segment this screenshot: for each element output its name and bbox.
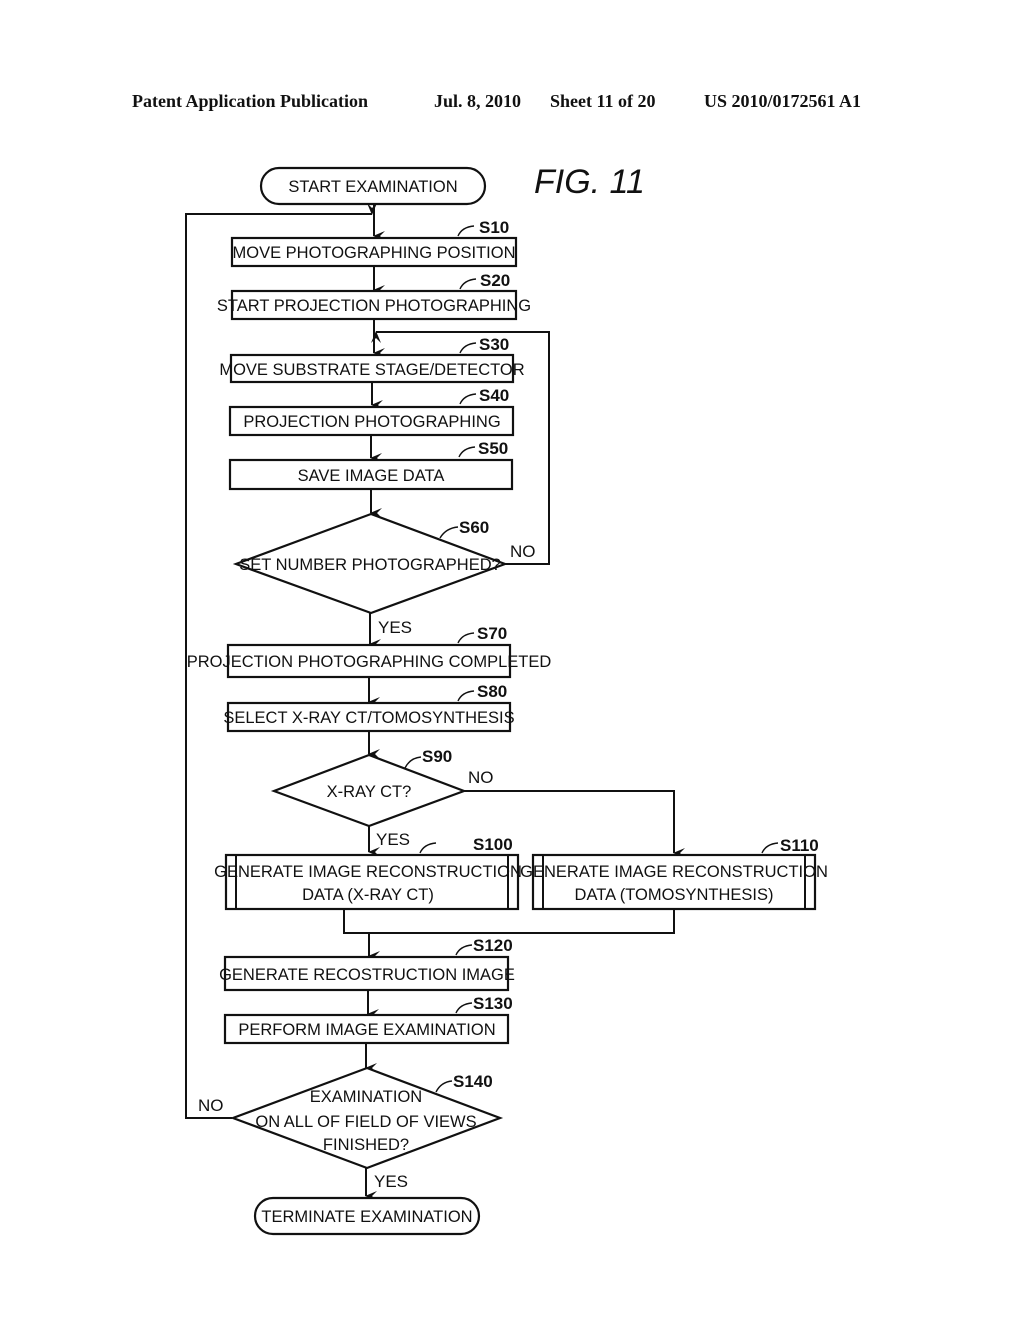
step-s120-id: S120 [473, 936, 513, 955]
patent-sheet: Patent Application Publication Jul. 8, 2… [132, 91, 861, 1236]
step-s10-id: S10 [479, 218, 509, 237]
merge-s100-s110 [343, 909, 675, 934]
connectors [185, 203, 685, 1201]
publication-date: Jul. 8, 2010 [434, 91, 521, 111]
page-header: Patent Application Publication Jul. 8, 2… [132, 91, 861, 111]
decision-s60-text: SET NUMBER PHOTOGRAPHED? [239, 556, 501, 574]
step-s110-line1: GENERATE IMAGE RECONSTRUCTION [520, 863, 828, 881]
end-label: TERMINATE EXAMINATION [261, 1208, 472, 1226]
decision-s140-id: S140 [453, 1072, 493, 1091]
decision-s140-no: NO [198, 1096, 224, 1115]
decision-s90: X-RAY CT? S90 NO YES [270, 747, 494, 849]
step-s80-id: S80 [477, 682, 507, 701]
decision-s60-id: S60 [459, 518, 489, 537]
patent-number: US 2010/0172561 A1 [704, 91, 861, 111]
step-s80-text: SELECT X-RAY CT/TOMOSYNTHESIS [223, 709, 514, 727]
step-s50-text: SAVE IMAGE DATA [298, 467, 445, 485]
step-s100-line2: DATA (X-RAY CT) [302, 886, 434, 904]
decision-s140-line1: EXAMINATION [310, 1088, 422, 1106]
step-s30-text: MOVE SUBSTRATE STAGE/DETECTOR [219, 361, 524, 379]
step-s130-text: PERFORM IMAGE EXAMINATION [238, 1021, 495, 1039]
step-s70-id: S70 [477, 624, 507, 643]
decision-s90-yes: YES [376, 830, 410, 849]
end-terminal: TERMINATE EXAMINATION [253, 1196, 481, 1236]
figure-label: FIG. 11 [534, 163, 645, 201]
decision-s60-yes: YES [378, 618, 412, 637]
step-s100-line1: GENERATE IMAGE RECONSTRUCTION [214, 863, 522, 881]
step-s30: MOVE SUBSTRATE STAGE/DETECTOR S30 [219, 335, 525, 384]
publication-title: Patent Application Publication [132, 91, 368, 111]
decision-s90-id: S90 [422, 747, 452, 766]
start-label: START EXAMINATION [288, 178, 457, 196]
step-s120: GENERATE RECOSTRUCTION IMAGE S120 [219, 936, 515, 992]
decision-s90-text: X-RAY CT? [327, 783, 412, 801]
step-s40-id: S40 [479, 386, 509, 405]
decision-s90-no: NO [468, 768, 494, 787]
decision-s60-no: NO [510, 542, 536, 561]
decision-s140-line3: FINISHED? [323, 1136, 409, 1154]
decision-s60: SET NUMBER PHOTOGRAPHED? S60 NO YES [232, 512, 536, 637]
step-s100-id: S100 [473, 835, 513, 854]
step-s110-id: S110 [780, 836, 819, 855]
step-s30-id: S30 [479, 335, 509, 354]
step-s50-id: S50 [478, 439, 508, 458]
sheet-number: Sheet 11 of 20 [550, 91, 656, 111]
step-s130-id: S130 [473, 994, 513, 1013]
start-terminal: START EXAMINATION [259, 166, 487, 206]
step-s20-id: S20 [480, 271, 510, 290]
step-s10-text: MOVE PHOTOGRAPHING POSITION [233, 244, 516, 262]
step-s110-line2: DATA (TOMOSYNTHESIS) [575, 886, 774, 904]
decision-s140: EXAMINATION ON ALL OF FIELD OF VIEWS FIN… [198, 1066, 504, 1191]
decision-s140-line2: ON ALL OF FIELD OF VIEWS [255, 1113, 476, 1131]
decision-s140-yes: YES [374, 1172, 408, 1191]
step-s40-text: PROJECTION PHOTOGRAPHING [243, 413, 500, 431]
step-s20-text: START PROJECTION PHOTOGRAPHING [217, 297, 531, 315]
step-s120-text: GENERATE RECOSTRUCTION IMAGE [219, 966, 515, 984]
step-s70-text: PROJECTION PHOTOGRAPHING COMPLETED [187, 653, 552, 671]
